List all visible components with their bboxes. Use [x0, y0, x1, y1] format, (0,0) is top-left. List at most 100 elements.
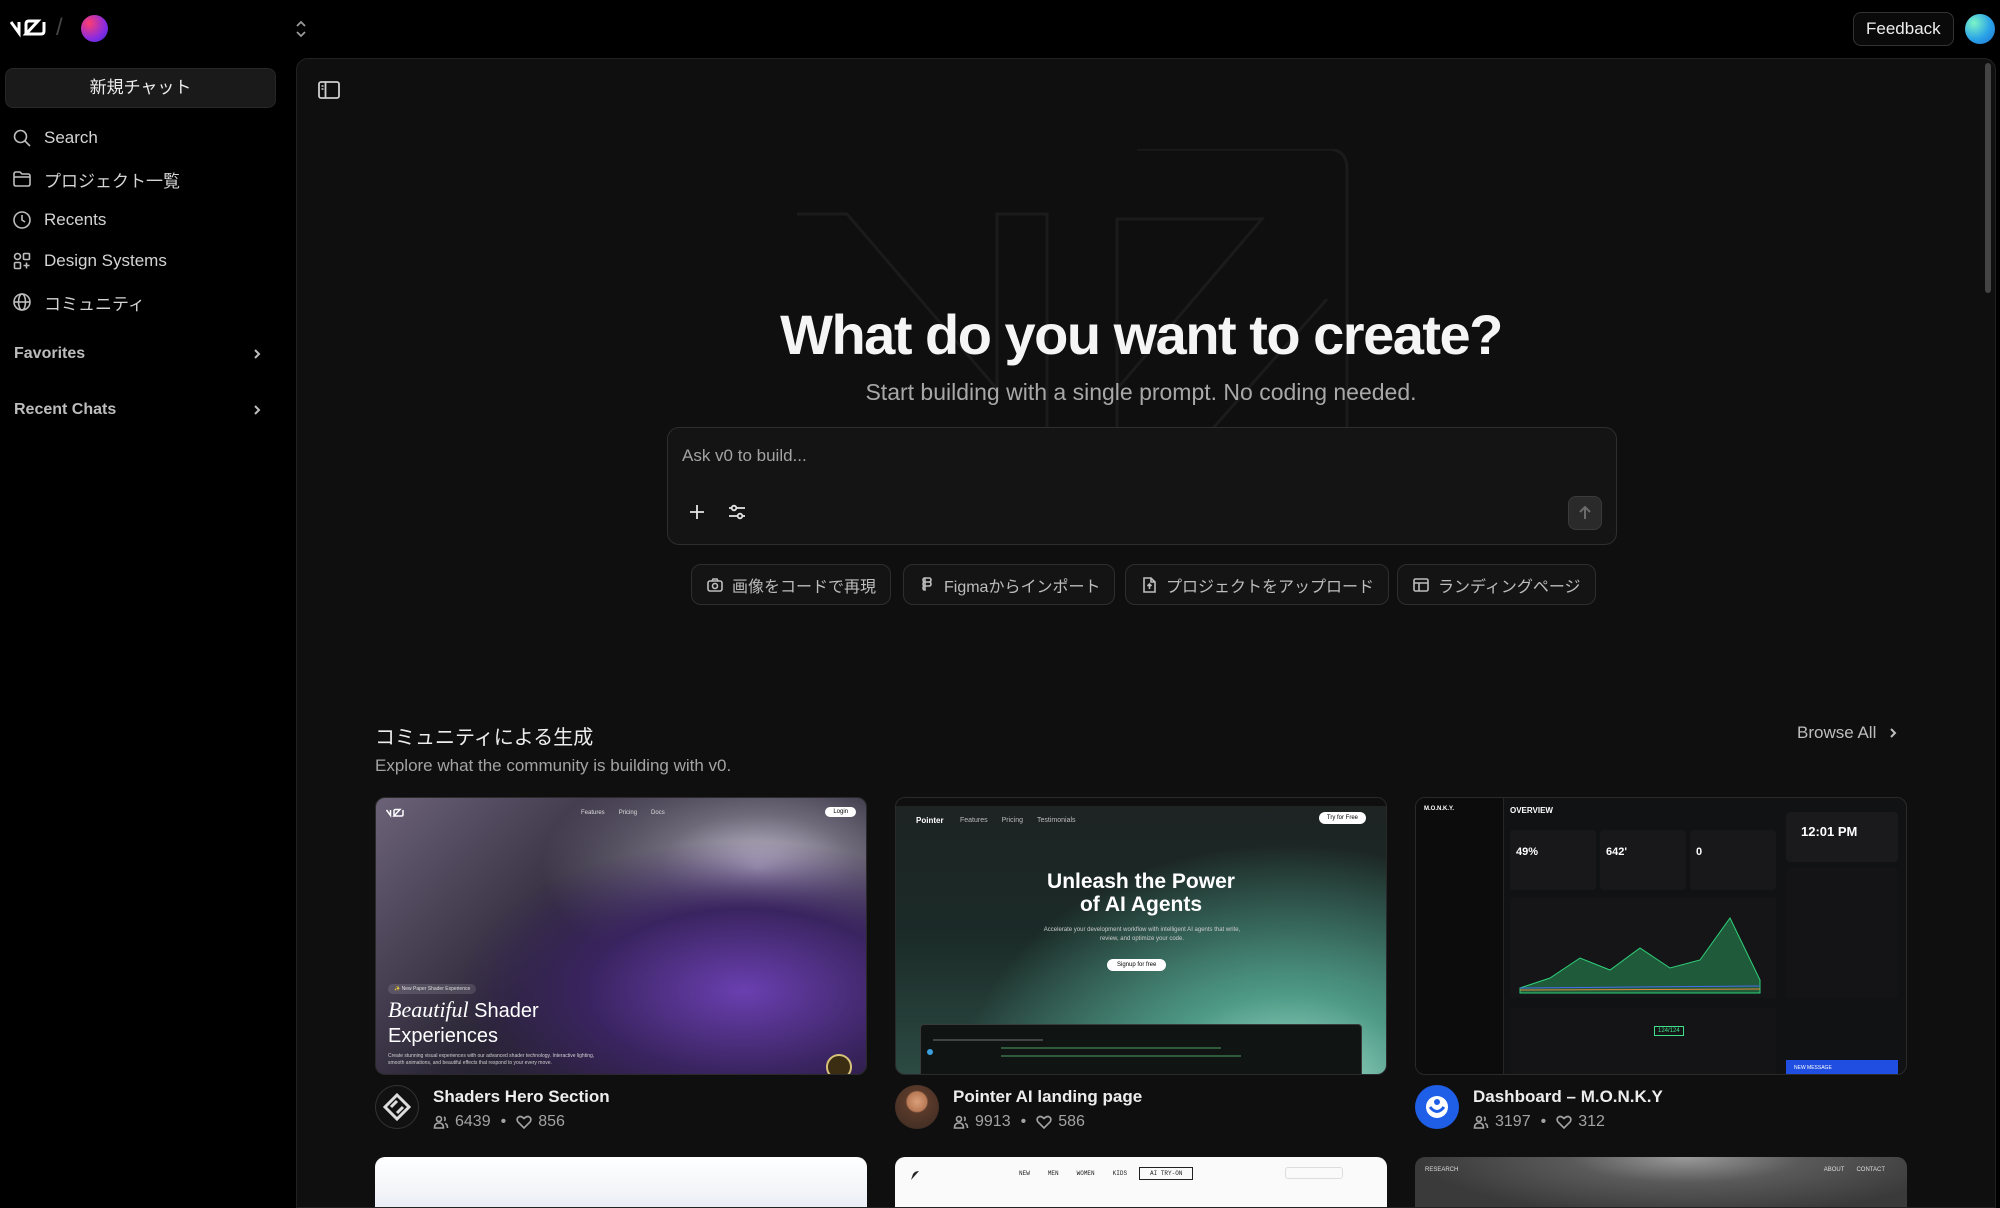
card-thumbnail[interactable]: Pointer Features Pricing Testimonials Tr…: [895, 797, 1387, 1075]
card-thumbnail[interactable]: M.O.N.K.Y. OVERVIEW 12:01 PM 49% 642' 0 …: [1415, 797, 1907, 1075]
thumb-brand: Pointer: [916, 816, 944, 825]
sidebar-item-community[interactable]: コミュニティ: [12, 285, 272, 319]
hero-title: What do you want to create?: [780, 303, 1503, 366]
thumb-stat: 0: [1696, 846, 1703, 858]
recent-chats-section-toggle[interactable]: Recent Chats: [14, 396, 264, 424]
chip-label: Figmaからインポート: [944, 578, 1101, 596]
community-card-thumbnail[interactable]: RESEARCH ABOUT CONTACT: [1415, 1157, 1907, 1207]
file-upload-icon: [1143, 576, 1156, 593]
sidebar-item-projects[interactable]: プロジェクト一覧: [12, 162, 272, 196]
card-title[interactable]: Dashboard – M.O.N.K.Y: [1473, 1087, 1663, 1107]
thumb-area-chart: [1510, 898, 1776, 998]
recent-chats-label: Recent Chats: [14, 401, 117, 418]
sidebar-item-search[interactable]: Search: [12, 121, 272, 155]
folder-icon: [13, 171, 31, 187]
community-card-thumbnail[interactable]: [375, 1157, 867, 1207]
feedback-button[interactable]: Feedback: [1853, 12, 1954, 46]
community-card-shaders[interactable]: Features Pricing Docs Login ✨ New Paper …: [375, 797, 867, 1135]
thumb-headline-em: Beautiful: [388, 997, 469, 1022]
thumb-nav-item: Docs: [651, 810, 665, 816]
sidebar-toggle-icon[interactable]: [317, 79, 341, 101]
sidebar-item-label: コミュニティ: [44, 294, 145, 314]
user-avatar[interactable]: [1965, 14, 1995, 44]
breadcrumb-separator: /: [56, 14, 63, 41]
sliders-icon: [729, 504, 745, 520]
chevron-right-icon: [254, 405, 261, 415]
scrollbar[interactable]: [1985, 63, 1991, 293]
thumb-nav-item: CONTACT: [1856, 1167, 1885, 1173]
thumb-nav-item: MEN: [1047, 1170, 1059, 1177]
thumb-nav-item: KIDS: [1112, 1170, 1128, 1177]
thumb-stat: 49%: [1516, 846, 1539, 858]
new-chat-button[interactable]: 新規チャット: [5, 68, 276, 108]
card-title[interactable]: Pointer AI landing page: [953, 1087, 1142, 1107]
browse-all-link[interactable]: Browse All: [1797, 723, 1900, 743]
author-avatar[interactable]: [375, 1085, 419, 1129]
prompt-box: [667, 427, 1617, 545]
thumb-logo: [386, 808, 404, 818]
chip-figma-import[interactable]: Figmaからインポート: [903, 564, 1116, 605]
card-stats: 9913 • 586: [953, 1113, 1085, 1131]
thumb-login-button: Login: [825, 807, 856, 817]
hero-subtitle: Start building with a single prompt. No …: [865, 379, 1417, 405]
likes-count: 856: [538, 1113, 565, 1130]
globe-icon: [13, 293, 31, 311]
chip-landing-page[interactable]: ランディングページ: [1397, 564, 1596, 605]
browse-all-label: Browse All: [1797, 723, 1877, 742]
thumb-cta-button: Try for Free: [1318, 812, 1366, 824]
layout-icon: [1413, 577, 1429, 592]
sidebar-item-label: Search: [44, 128, 98, 147]
card-stats: 6439 • 856: [433, 1113, 565, 1131]
search-icon: [13, 129, 31, 147]
camera-icon: [707, 577, 723, 592]
card-thumbnail[interactable]: Features Pricing Docs Login ✨ New Paper …: [375, 797, 867, 1075]
thumb-section-title: OVERVIEW: [1510, 806, 1553, 815]
chevron-right-icon: [1890, 728, 1897, 738]
heart-icon: [1036, 1115, 1052, 1130]
views-count: 3197: [1495, 1113, 1531, 1130]
community-card-dashboard[interactable]: M.O.N.K.Y. OVERVIEW 12:01 PM 49% 642' 0 …: [1415, 797, 1907, 1135]
thumb-nav-item: Features: [960, 817, 988, 824]
author-logo-icon: [1426, 1096, 1448, 1118]
heart-icon: [516, 1115, 532, 1130]
add-attachment-button[interactable]: [682, 497, 712, 527]
chevron-up-down-icon[interactable]: [292, 18, 310, 40]
main-panel: What do you want to create? Start buildi…: [296, 58, 1996, 1208]
author-avatar[interactable]: [1415, 1085, 1459, 1129]
sidebar-item-design-systems[interactable]: Design Systems: [12, 244, 272, 278]
arrow-up-icon: [1579, 505, 1591, 519]
likes-count: 312: [1578, 1113, 1605, 1130]
clock-icon: [13, 211, 31, 229]
thumb-signup-button: Signup for free: [1107, 959, 1167, 971]
favorites-section-toggle[interactable]: Favorites: [14, 340, 264, 368]
prompt-input[interactable]: [682, 442, 1582, 470]
thumb-body: Create stunning visual experiences with …: [388, 1053, 595, 1066]
users-icon: [953, 1115, 969, 1129]
community-card-pointer[interactable]: Pointer Features Pricing Testimonials Tr…: [895, 797, 1387, 1135]
chip-label: ランディングページ: [1438, 578, 1581, 596]
sidebar: 新規チャット Search プロジェクト一覧 Recents Design Sy…: [0, 58, 290, 1208]
users-icon: [1473, 1115, 1489, 1129]
thumb-nav-item: WOMEN: [1076, 1170, 1095, 1177]
sidebar-item-recents[interactable]: Recents: [12, 203, 272, 237]
thumb-nav-item: NEW: [1019, 1170, 1030, 1177]
views-count: 9913: [975, 1113, 1011, 1130]
community-title: コミュニティによる生成: [375, 727, 594, 749]
plus-icon: [690, 505, 704, 519]
settings-button[interactable]: [722, 497, 752, 527]
card-stats: 3197 • 312: [1473, 1113, 1605, 1131]
workspace-avatar[interactable]: [81, 15, 108, 42]
author-logo-icon: [382, 1092, 412, 1122]
chip-upload-project[interactable]: プロジェクトをアップロード: [1125, 564, 1390, 605]
community-subtitle: Explore what the community is building w…: [375, 756, 732, 775]
chip-label: プロジェクトをアップロード: [1166, 578, 1375, 596]
author-avatar[interactable]: [895, 1085, 939, 1129]
card-title[interactable]: Shaders Hero Section: [433, 1087, 610, 1107]
heart-icon: [1556, 1115, 1572, 1130]
chip-label: 画像をコードで再現: [732, 578, 877, 596]
community-card-thumbnail[interactable]: NEW MEN WOMEN KIDS AI TRY-ON: [895, 1157, 1387, 1207]
chip-screenshot-to-code[interactable]: 画像をコードで再現: [691, 564, 892, 605]
grid-icon: [13, 252, 31, 270]
send-button[interactable]: [1568, 496, 1602, 530]
v0-logo[interactable]: [10, 18, 46, 38]
